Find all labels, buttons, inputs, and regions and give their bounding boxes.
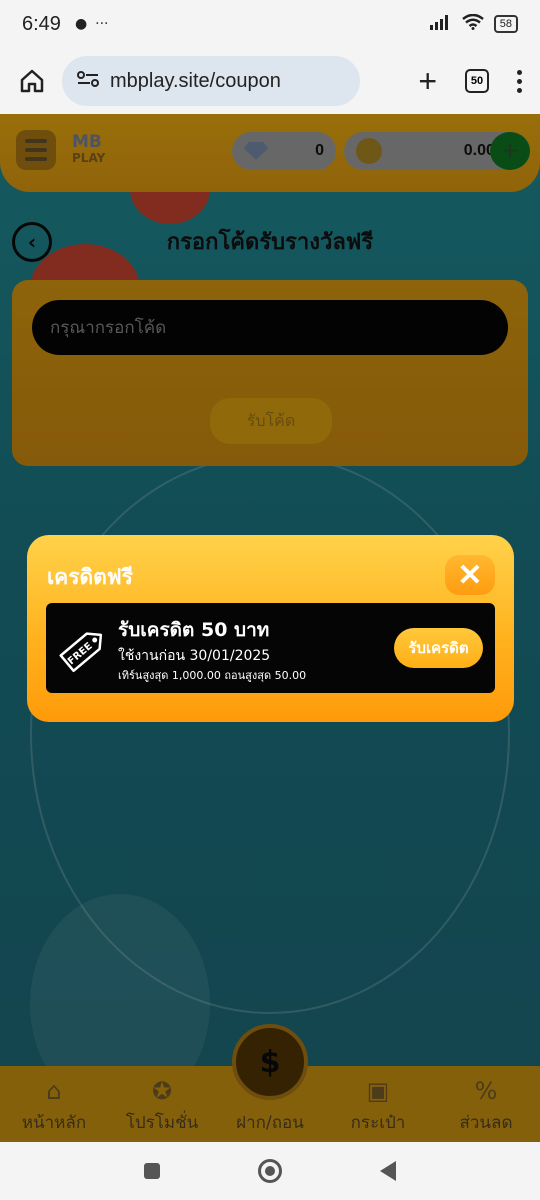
battery-icon: 58: [493, 15, 518, 33]
home-system-button[interactable]: [258, 1159, 282, 1183]
browser-menu-button[interactable]: [517, 69, 522, 93]
back-system-button[interactable]: [380, 1161, 396, 1181]
tab-switcher-button[interactable]: 50: [465, 69, 489, 93]
free-tag-icon: FREE: [59, 632, 103, 673]
home-icon: [20, 69, 44, 93]
status-bar: 6:49 ● ··· 58: [0, 0, 540, 48]
address-bar[interactable]: mbplay.site/coupon: [62, 56, 360, 106]
site-settings-icon[interactable]: [76, 70, 100, 92]
credit-limits: เทิร์นสูงสุด 1,000.00 ถอนสูงสุด 50.00: [118, 669, 307, 682]
modal-title: เครดิตฟรี: [47, 565, 133, 589]
close-button[interactable]: ✕: [445, 555, 495, 595]
signal-icon: [429, 14, 452, 35]
free-tag-text: FREE: [66, 641, 95, 668]
close-icon: ✕: [457, 558, 483, 592]
claim-credit-button[interactable]: รับเครดิต: [394, 628, 483, 668]
home-button[interactable]: [12, 61, 52, 101]
credit-expiry: ใช้งานก่อน 30/01/2025: [118, 648, 271, 664]
credit-title: รับเครดิต 50 บาท: [118, 619, 270, 641]
url-text: mbplay.site/coupon: [110, 69, 281, 92]
system-nav-bar: [0, 1142, 540, 1200]
wifi-icon: [461, 13, 484, 35]
new-tab-button[interactable]: +: [418, 65, 437, 97]
chat-bubble-icon: ●: [74, 16, 88, 32]
status-icons: 58: [429, 13, 518, 35]
browser-toolbar: mbplay.site/coupon + 50: [0, 48, 540, 114]
credit-offer-item: FREE รับเครดิต 50 บาท ใช้งานก่อน 30/01/2…: [46, 603, 495, 693]
browser-actions: + 50: [418, 65, 528, 97]
recent-apps-button[interactable]: [144, 1163, 160, 1179]
status-time: 6:49: [22, 12, 61, 35]
free-credit-modal: เครดิตฟรี ✕ FREE รับเครดิต 50 บาท ใช้งาน…: [27, 535, 514, 722]
status-dots: ···: [95, 16, 109, 32]
